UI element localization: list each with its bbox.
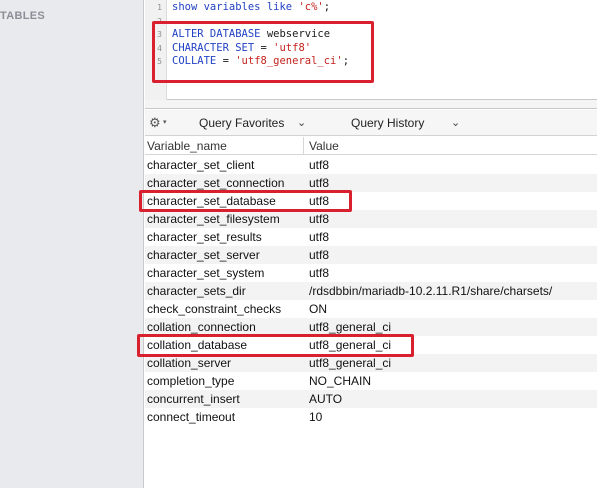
variable-name-cell: collation_connection bbox=[147, 320, 256, 334]
variable-name-cell: character_set_results bbox=[147, 230, 262, 244]
variable-name-cell: character_set_server bbox=[147, 248, 260, 262]
query-history-button[interactable]: Query History ⌄ bbox=[351, 114, 471, 132]
sidebar: TABLES bbox=[0, 0, 144, 488]
column-divider[interactable] bbox=[303, 137, 304, 155]
value-cell: utf8_general_ci bbox=[309, 320, 392, 334]
chevron-down-icon: ⌄ bbox=[451, 117, 461, 129]
query-favorites-button[interactable]: Query Favorites ⌄ bbox=[199, 114, 319, 132]
query-history-label: Query History bbox=[351, 116, 425, 130]
table-row[interactable]: completion_type NO_CHAIN bbox=[145, 372, 597, 390]
value-cell: utf8 bbox=[309, 158, 330, 172]
query-favorites-label: Query Favorites bbox=[199, 116, 285, 130]
value-cell: utf8 bbox=[309, 230, 330, 244]
variable-name-cell: character_set_filesystem bbox=[147, 212, 280, 226]
sidebar-title: TABLES bbox=[0, 10, 45, 22]
value-cell: ON bbox=[309, 302, 327, 316]
variable-name-cell: character_sets_dir bbox=[147, 284, 246, 298]
statement-end: ; bbox=[323, 1, 331, 13]
string-literal: 'c%' bbox=[298, 1, 324, 13]
variable-name-cell: character_set_system bbox=[147, 266, 265, 280]
code-line-1[interactable]: show variables like 'c%'; bbox=[172, 1, 330, 15]
value-cell: utf8 bbox=[309, 266, 330, 280]
variable-name-cell: character_set_client bbox=[147, 158, 255, 172]
table-row[interactable]: character_set_server utf8 bbox=[145, 246, 597, 264]
variable-name-cell: check_constraint_checks bbox=[147, 302, 282, 316]
value-cell: utf8_general_ci bbox=[309, 356, 392, 370]
table-row[interactable]: character_set_system utf8 bbox=[145, 264, 597, 282]
table-row[interactable]: character_set_filesystem utf8 bbox=[145, 210, 597, 228]
value-cell: 10 bbox=[309, 410, 323, 424]
value-cell: NO_CHAIN bbox=[309, 374, 372, 388]
variable-name-cell: collation_server bbox=[147, 356, 232, 370]
value-cell: utf8 bbox=[309, 176, 330, 190]
line-number: 1 bbox=[157, 3, 162, 12]
table-row[interactable]: connect_timeout 10 bbox=[145, 408, 597, 426]
value-cell: utf8 bbox=[309, 212, 330, 226]
column-header-value[interactable]: Value bbox=[309, 139, 339, 153]
variable-name-cell: completion_type bbox=[147, 374, 235, 388]
table-row[interactable]: check_constraint_checks ON bbox=[145, 300, 597, 318]
variable-name-cell: character_set_connection bbox=[147, 176, 285, 190]
gear-menu-button[interactable]: ⚙ ▾ bbox=[149, 114, 173, 132]
highlight-box bbox=[152, 21, 374, 83]
variable-name-cell: connect_timeout bbox=[147, 410, 236, 424]
grid-header: Variable_name Value bbox=[145, 137, 597, 155]
column-header-variable-name[interactable]: Variable_name bbox=[147, 139, 227, 153]
table-row[interactable]: character_sets_dir/rdsdbbin/mariadb-10.2… bbox=[145, 282, 597, 300]
value-cell: /rdsdbbin/mariadb-10.2.11.R1/share/chars… bbox=[309, 284, 553, 298]
value-cell: AUTO bbox=[309, 392, 343, 406]
chevron-down-icon: ⌄ bbox=[297, 117, 307, 129]
variable-name-cell: concurrent_insert bbox=[147, 392, 240, 406]
gear-icon: ⚙ bbox=[149, 115, 161, 130]
highlight-box bbox=[137, 334, 414, 357]
keyword: show variables like bbox=[172, 1, 293, 13]
query-toolbar: ⚙ ▾ Query Favorites ⌄ Query History ⌄ bbox=[145, 110, 597, 136]
caret-down-icon: ▾ bbox=[163, 119, 167, 126]
split-view-divider[interactable] bbox=[145, 100, 597, 109]
table-row[interactable]: character_set_results utf8 bbox=[145, 228, 597, 246]
table-row[interactable]: character_set_client utf8 bbox=[145, 156, 597, 174]
highlight-box bbox=[139, 190, 352, 212]
table-row[interactable]: concurrent_insert AUTO bbox=[145, 390, 597, 408]
value-cell: utf8 bbox=[309, 248, 330, 262]
